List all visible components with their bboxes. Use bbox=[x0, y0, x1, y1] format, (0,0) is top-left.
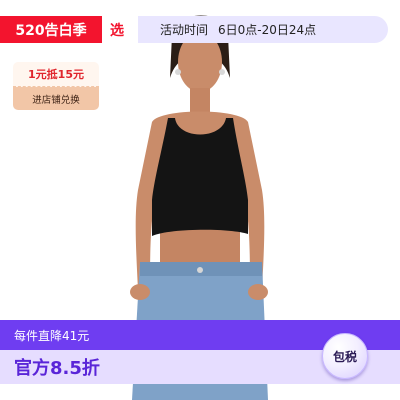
left-hand bbox=[130, 284, 150, 300]
select-badge: 选 bbox=[102, 16, 132, 43]
price-banner: 每件直降41元 官方8.5折 包税 bbox=[0, 320, 400, 384]
event-time-range: 6日0点-20日24点 bbox=[218, 23, 317, 37]
coupon-redeem-button[interactable]: 进店铺兑换 bbox=[13, 87, 99, 110]
tax-included-badge: 包税 bbox=[322, 333, 368, 379]
product-image-card[interactable]: 520告白季 选 活动时间 6日0点-20日24点 1元抵15元 进店铺兑换 每… bbox=[0, 0, 400, 400]
right-hand bbox=[248, 284, 268, 300]
earring-icon bbox=[175, 69, 181, 75]
promo-bar: 520告白季 选 活动时间 6日0点-20日24点 bbox=[0, 16, 388, 43]
event-time-label: 活动时间 bbox=[160, 23, 209, 37]
jeans-button-icon bbox=[197, 267, 203, 273]
store-coupon[interactable]: 1元抵15元 进店铺兑换 bbox=[13, 62, 99, 110]
event-time-pill: 活动时间 6日0点-20日24点 bbox=[138, 16, 388, 43]
neck bbox=[190, 88, 210, 114]
earring-icon bbox=[219, 69, 225, 75]
coupon-offer: 1元抵15元 bbox=[13, 62, 99, 87]
black-tank-top bbox=[152, 118, 248, 236]
event-badge: 520告白季 bbox=[0, 16, 102, 43]
